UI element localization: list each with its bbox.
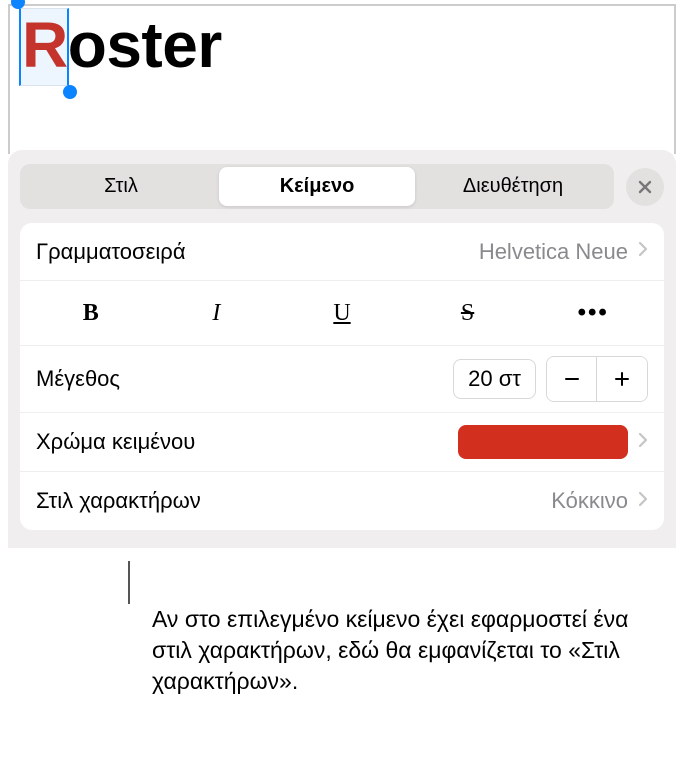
selection-handle-start[interactable] <box>11 0 25 9</box>
text-color-label: Χρώμα κειμένου <box>36 429 458 455</box>
title-rest: oster <box>68 9 222 81</box>
font-label: Γραμματοσειρά <box>36 239 479 265</box>
document-canvas[interactable]: Roster <box>8 4 676 154</box>
underline-button[interactable]: U <box>279 292 405 335</box>
size-value[interactable]: 20 στ <box>453 359 536 399</box>
size-label: Μέγεθος <box>36 366 443 392</box>
size-increase-button[interactable] <box>597 357 647 401</box>
strike-glyph: S <box>461 300 474 326</box>
character-style-row[interactable]: Στιλ χαρακτήρων Κόκκινο <box>20 472 664 530</box>
bold-button[interactable]: B <box>28 292 154 335</box>
color-swatch <box>458 425 628 459</box>
minus-icon <box>562 369 582 389</box>
close-button[interactable] <box>626 168 664 206</box>
chevron-right-icon <box>638 491 648 512</box>
italic-button[interactable]: I <box>154 292 280 335</box>
format-buttons-row: B I U S ••• <box>20 281 664 346</box>
underline-glyph: U <box>333 300 350 326</box>
chevron-right-icon <box>638 241 648 262</box>
caption-text: Αν στο επιλεγμένο κείμενο έχει εφαρμοστε… <box>152 604 670 697</box>
callout-line <box>128 561 130 604</box>
font-value: Helvetica Neue <box>479 239 628 265</box>
size-stepper <box>546 356 648 402</box>
selected-text[interactable]: Roster <box>22 14 222 77</box>
font-row[interactable]: Γραμματοσειρά Helvetica Neue <box>20 223 664 281</box>
size-row: Μέγεθος 20 στ <box>20 346 664 413</box>
text-color-row[interactable]: Χρώμα κειμένου <box>20 413 664 472</box>
close-icon <box>637 179 653 195</box>
tab-text[interactable]: Κείμενο <box>219 167 415 206</box>
selection-box <box>19 8 69 86</box>
tab-arrange[interactable]: Διευθέτηση <box>415 167 611 206</box>
tab-segment: Στιλ Κείμενο Διευθέτηση <box>20 164 614 209</box>
strikethrough-button[interactable]: S <box>405 292 531 335</box>
tab-style[interactable]: Στιλ <box>23 167 219 206</box>
size-decrease-button[interactable] <box>547 357 597 401</box>
chevron-right-icon <box>638 432 648 453</box>
selection-handle-end[interactable] <box>63 85 77 99</box>
format-card: Γραμματοσειρά Helvetica Neue B I U S •••… <box>20 223 664 530</box>
italic-glyph: I <box>212 300 220 326</box>
plus-icon <box>612 369 632 389</box>
character-style-label: Στιλ χαρακτήρων <box>36 488 551 514</box>
character-style-value: Κόκκινο <box>551 488 628 514</box>
format-panel: Στιλ Κείμενο Διευθέτηση Γραμματοσειρά He… <box>8 150 676 548</box>
panel-header: Στιλ Κείμενο Διευθέτηση <box>20 164 664 209</box>
bold-glyph: B <box>83 300 99 326</box>
more-button[interactable]: ••• <box>530 291 656 335</box>
